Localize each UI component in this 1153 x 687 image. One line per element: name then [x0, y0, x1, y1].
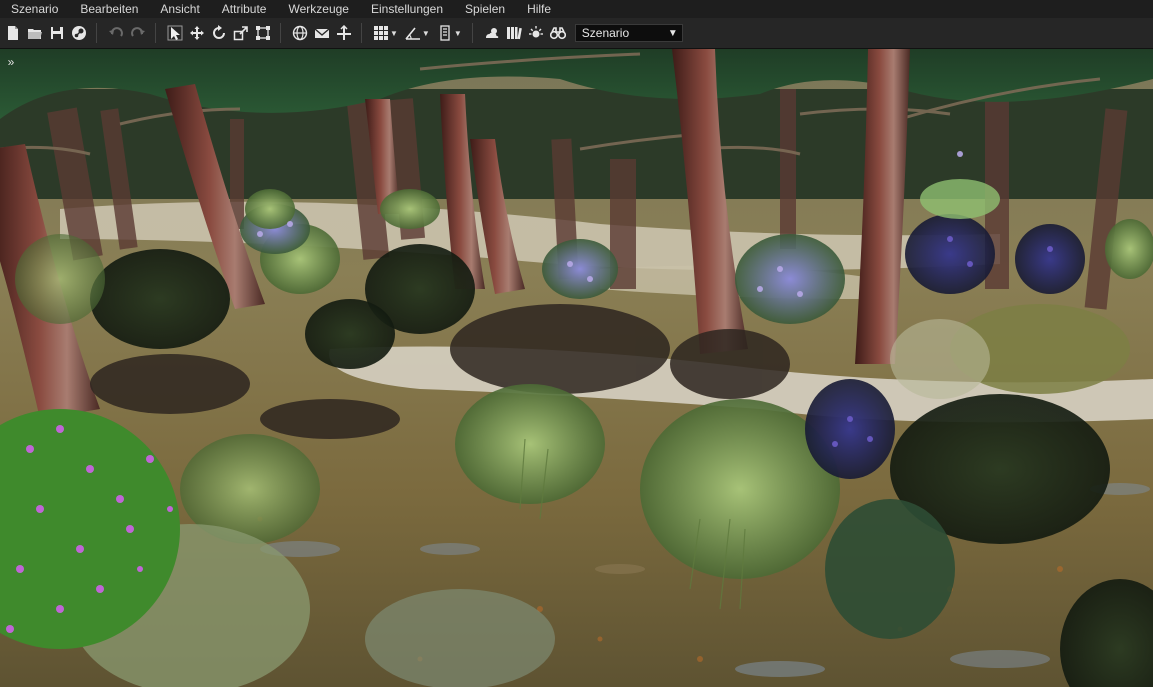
snap-axis-icon[interactable] [334, 23, 354, 43]
menu-werkzeuge[interactable]: Werkzeuge [277, 0, 359, 18]
toolbar: ▼ ▼ ▼ Szenario ▼ [0, 18, 1153, 49]
steam-icon[interactable] [69, 23, 89, 43]
toolbar-separator [361, 23, 362, 43]
angle-dropdown-caret[interactable]: ▼ [422, 29, 430, 38]
scenario-select[interactable]: Szenario ▼ [574, 24, 683, 42]
space-tools [289, 23, 355, 43]
cursor-select-icon[interactable] [165, 23, 185, 43]
forest-scene-render [0, 49, 1153, 687]
globe-icon[interactable] [290, 23, 310, 43]
scale-icon[interactable] [231, 23, 251, 43]
rotate-icon[interactable] [209, 23, 229, 43]
envelope-icon[interactable] [312, 23, 332, 43]
grid-icon[interactable] [371, 23, 391, 43]
layer-dropdown-caret[interactable]: ▼ [454, 29, 462, 38]
editor-window: Szenario Bearbeiten Ansicht Attribute We… [0, 0, 1153, 687]
toolbar-separator [155, 23, 156, 43]
menu-ansicht[interactable]: Ansicht [149, 0, 210, 18]
file-tools [2, 23, 90, 43]
toolbar-separator [471, 23, 473, 43]
toolbar-separator [96, 23, 97, 43]
open-folder-icon[interactable] [25, 23, 45, 43]
menu-einstellungen[interactable]: Einstellungen [360, 0, 454, 18]
save-icon[interactable] [47, 23, 67, 43]
scenario-select-value: Szenario [581, 26, 630, 40]
toolbar-separator [280, 23, 281, 43]
3d-viewport[interactable]: » [0, 49, 1153, 687]
redo-icon[interactable] [128, 23, 148, 43]
transform-tools [164, 23, 274, 43]
expand-panel-button[interactable]: » [4, 55, 18, 69]
sun-icon[interactable] [526, 23, 546, 43]
bounding-box-icon[interactable] [253, 23, 273, 43]
weather-icon[interactable] [482, 23, 502, 43]
menu-bearbeiten[interactable]: Bearbeiten [69, 0, 149, 18]
chevron-down-icon: ▼ [667, 27, 678, 39]
move-icon[interactable] [187, 23, 207, 43]
snap-tools: ▼ ▼ ▼ [370, 23, 466, 43]
menu-spielen[interactable]: Spielen [454, 0, 516, 18]
menu-szenario[interactable]: Szenario [0, 0, 69, 18]
history-tools [105, 23, 149, 43]
angle-snap-icon[interactable] [403, 23, 423, 43]
menu-attribute[interactable]: Attribute [211, 0, 278, 18]
environment-tools [481, 23, 569, 43]
undo-icon[interactable] [106, 23, 126, 43]
menu-hilfe[interactable]: Hilfe [516, 0, 562, 18]
menu-bar: Szenario Bearbeiten Ansicht Attribute We… [0, 0, 1153, 18]
library-icon[interactable] [504, 23, 524, 43]
binoculars-icon[interactable] [548, 23, 568, 43]
new-file-icon[interactable] [3, 23, 23, 43]
layer-icon[interactable] [435, 23, 455, 43]
grid-dropdown-caret[interactable]: ▼ [390, 29, 398, 38]
